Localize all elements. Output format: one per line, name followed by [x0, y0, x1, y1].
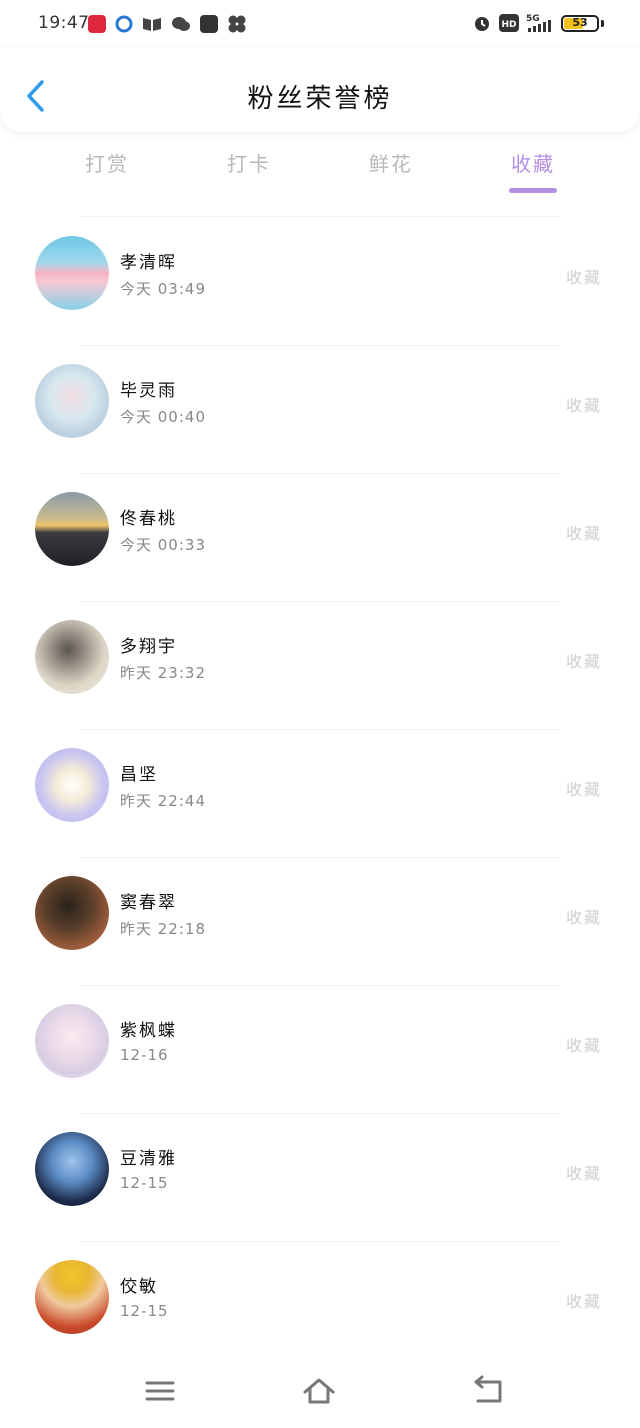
avatar[interactable] — [35, 492, 109, 566]
wechat-icon — [172, 17, 190, 31]
favorite-time: 昨天 22:44 — [120, 792, 206, 810]
list-item[interactable]: 多翔宇 昨天 23:32 收藏 — [0, 602, 640, 730]
list-item[interactable]: 紫枫蝶 12-16 收藏 — [0, 986, 640, 1114]
tab-bar: 打赏 打卡 鲜花 收藏 — [36, 148, 604, 200]
svg-text:5G: 5G — [526, 14, 540, 24]
status-system-icons: HD 5G 53 — [472, 13, 604, 33]
user-name: 毕灵雨 — [120, 381, 177, 401]
favorite-label: 收藏 — [565, 1292, 602, 1311]
back-nav-icon[interactable] — [472, 1374, 506, 1408]
user-name: 孝清晖 — [120, 253, 177, 273]
avatar[interactable] — [35, 748, 109, 822]
favorite-time: 昨天 22:18 — [120, 920, 206, 938]
status-app-icons — [88, 14, 247, 34]
tab-label: 打卡 — [227, 152, 271, 176]
tab-checkin[interactable]: 打卡 — [178, 148, 320, 200]
battery-level: 53 — [572, 15, 588, 29]
header: 粉丝荣誉榜 — [0, 48, 640, 132]
favorite-label: 收藏 — [565, 524, 602, 543]
avatar[interactable] — [35, 1132, 109, 1206]
avatar[interactable] — [35, 876, 109, 950]
book-icon — [143, 18, 161, 31]
tab-label: 鲜花 — [369, 152, 413, 176]
fan-icon — [228, 15, 246, 33]
favorite-time: 12-15 — [120, 1302, 169, 1320]
list-item[interactable]: 佼敏 12-15 收藏 — [0, 1242, 640, 1370]
alarm-icon — [475, 17, 489, 31]
tab-flowers[interactable]: 鲜花 — [320, 148, 462, 200]
favorite-label: 收藏 — [565, 396, 602, 415]
avatar[interactable] — [35, 1260, 109, 1334]
favorite-label: 收藏 — [565, 268, 602, 287]
battery-icon: 53 — [561, 14, 599, 32]
status-bar: 19:47 HD 5G 53 — [0, 0, 640, 50]
tab-active-indicator — [509, 188, 557, 193]
avatar[interactable] — [35, 236, 109, 310]
tab-label: 收藏 — [511, 152, 555, 176]
list-item[interactable]: 豆清雅 12-15 收藏 — [0, 1114, 640, 1242]
list-item[interactable]: 孝清晖 今天 03:49 收藏 — [0, 218, 640, 346]
favorite-label: 收藏 — [565, 908, 602, 927]
5g-signal-icon: 5G — [526, 14, 551, 32]
tab-label: 打赏 — [85, 152, 129, 176]
tab-favorites[interactable]: 收藏 — [462, 148, 604, 200]
user-name: 佟春桃 — [120, 509, 177, 529]
fan-list: 孝清晖 今天 03:49 收藏 毕灵雨 今天 00:40 收藏 佟春桃 今天 0… — [0, 218, 640, 1370]
system-nav-bar — [0, 1360, 640, 1428]
home-icon[interactable] — [302, 1374, 336, 1408]
list-item[interactable]: 窦春翠 昨天 22:18 收藏 — [0, 858, 640, 986]
user-name: 多翔宇 — [120, 637, 177, 657]
news-app-icon — [88, 15, 106, 33]
avatar[interactable] — [35, 620, 109, 694]
divider — [80, 216, 560, 217]
status-time: 19:47 — [38, 13, 90, 33]
svg-text:HD: HD — [501, 20, 516, 30]
list-item[interactable]: 昌坚 昨天 22:44 收藏 — [0, 730, 640, 858]
favorite-time: 今天 00:40 — [120, 408, 206, 426]
page-title: 粉丝荣誉榜 — [247, 84, 393, 114]
favorite-label: 收藏 — [565, 652, 602, 671]
tab-reward[interactable]: 打赏 — [36, 148, 178, 200]
user-name: 紫枫蝶 — [120, 1021, 177, 1041]
favorite-time: 今天 00:33 — [120, 536, 206, 554]
favorite-time: 今天 03:49 — [120, 280, 206, 298]
favorite-time: 12-16 — [120, 1046, 169, 1064]
avatar[interactable] — [35, 364, 109, 438]
menu-icon[interactable] — [143, 1374, 177, 1408]
favorite-time: 12-15 — [120, 1174, 169, 1192]
list-item[interactable]: 毕灵雨 今天 00:40 收藏 — [0, 346, 640, 474]
favorite-time: 昨天 23:32 — [120, 664, 206, 682]
favorite-label: 收藏 — [565, 1164, 602, 1183]
user-name: 窦春翠 — [120, 893, 177, 913]
list-item[interactable]: 佟春桃 今天 00:33 收藏 — [0, 474, 640, 602]
browser-icon — [115, 15, 133, 33]
music-icon — [200, 15, 218, 33]
favorite-label: 收藏 — [565, 1036, 602, 1055]
user-name: 昌坚 — [120, 765, 158, 785]
favorite-label: 收藏 — [565, 780, 602, 799]
user-name: 佼敏 — [120, 1277, 158, 1297]
avatar[interactable] — [35, 1004, 109, 1078]
hd-icon: HD — [499, 14, 519, 32]
user-name: 豆清雅 — [120, 1149, 177, 1169]
